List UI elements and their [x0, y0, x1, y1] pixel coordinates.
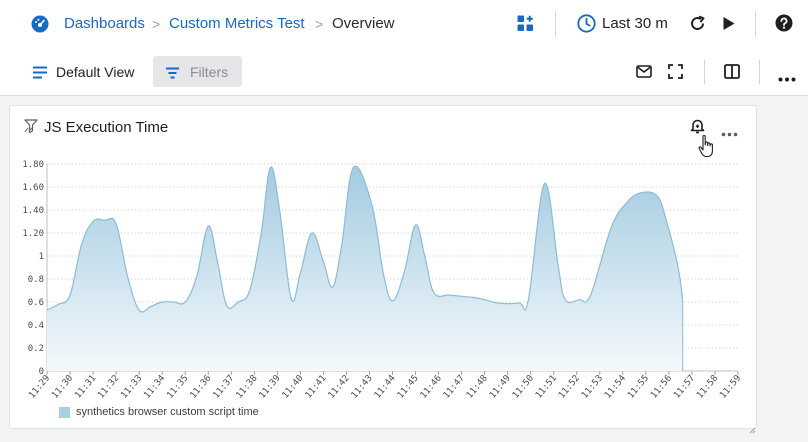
y-tick-label: 1 [39, 252, 44, 262]
default-view-button[interactable]: Default View [56, 64, 134, 80]
js-execution-time-chart: 00.20.40.60.811.201.401.601.8011:2911:30… [22, 160, 743, 401]
help-icon[interactable] [775, 14, 793, 32]
x-tick-label: 11:59 [718, 374, 743, 401]
app-logo-icon[interactable] [31, 15, 49, 33]
y-tick-label: 0.6 [28, 298, 44, 308]
series-area [47, 166, 683, 371]
x-tick-label: 11:37 [211, 374, 236, 401]
x-tick-label: 11:44 [373, 374, 398, 401]
chart-panel: JS Execution Time 0 0.2 0.4 0.6 0.8 1 1.20 1.40… [9, 105, 757, 434]
more-icon[interactable] [778, 69, 796, 82]
fullscreen-icon[interactable] [668, 64, 683, 79]
x-tick-label: 11:30 [50, 374, 75, 401]
x-tick-label: 11:46 [419, 374, 444, 401]
top-bar: Dashboards > Custom Metrics Test > Overv… [0, 0, 808, 96]
x-tick-label: 11:55 [626, 374, 651, 401]
refresh-icon[interactable] [689, 15, 706, 32]
legend-label[interactable]: synthetics browser custom script time [76, 406, 259, 418]
legend-swatch [59, 407, 70, 418]
divider [704, 60, 705, 84]
x-tick-label: 11:40 [281, 374, 306, 401]
time-range-button[interactable]: Last 30 m [602, 15, 668, 32]
x-tick-label: 11:31 [73, 374, 98, 401]
y-tick-label: 0.2 [28, 344, 44, 354]
resize-handle-icon[interactable] [749, 421, 756, 434]
x-tick-label: 11:29 [27, 374, 52, 401]
x-tick-label: 11:53 [580, 374, 605, 401]
y-tick-label: 0.8 [28, 275, 44, 285]
play-icon[interactable] [722, 16, 736, 31]
y-tick-label: 1.80 [22, 160, 44, 170]
breadcrumb-separator: > [152, 16, 161, 32]
breadcrumb-separator: > [315, 16, 324, 32]
panel-title: JS Execution Time [44, 119, 169, 136]
x-tick-label: 11:52 [557, 374, 582, 401]
x-tick-label: 11:58 [695, 374, 720, 401]
list-icon [33, 66, 47, 79]
x-tick-label: 11:42 [327, 374, 352, 401]
x-tick-label: 11:41 [304, 374, 329, 401]
x-tick-label: 11:39 [258, 374, 283, 401]
x-tick-label: 11:43 [350, 374, 375, 401]
x-tick-label: 11:34 [142, 374, 167, 401]
y-tick-label: 1.20 [22, 229, 44, 239]
x-tick-label: 11:56 [649, 374, 674, 401]
y-tick-label: 1.40 [22, 206, 44, 216]
x-tick-label: 11:51 [534, 374, 559, 401]
filters-label: Filters [190, 64, 229, 80]
x-tick-label: 11:47 [442, 374, 467, 401]
divider [759, 60, 760, 84]
x-tick-label: 11:35 [165, 374, 190, 401]
x-tick-label: 11:50 [511, 374, 536, 401]
bell-icon[interactable] [690, 118, 705, 134]
divider [755, 12, 756, 36]
y-tick-label: 1.60 [22, 183, 44, 193]
view-toolbar: Default View Filters [0, 48, 808, 96]
split-view-icon[interactable] [724, 64, 740, 79]
x-tick-label: 11:38 [235, 374, 260, 401]
header-row: Dashboards > Custom Metrics Test > Overv… [0, 0, 808, 48]
breadcrumb-custom-metrics-test[interactable]: Custom Metrics Test [169, 15, 305, 32]
clock-icon [577, 14, 596, 33]
y-tick-label: 0.4 [28, 321, 44, 331]
x-tick-label: 11:57 [672, 374, 697, 401]
x-tick-label: 11:36 [188, 374, 213, 401]
filters-button[interactable]: Filters [153, 56, 242, 87]
chart-type-icon [24, 119, 38, 134]
x-tick-label: 11:48 [465, 374, 490, 401]
x-tick-label: 11:45 [396, 374, 421, 401]
mail-icon[interactable] [636, 65, 652, 78]
add-widget-icon[interactable] [517, 15, 534, 32]
divider [555, 12, 556, 36]
breadcrumb-dashboards[interactable]: Dashboards [64, 15, 145, 32]
x-tick-label: 11:54 [603, 374, 628, 401]
filter-icon [166, 66, 179, 79]
x-tick-label: 11:32 [96, 374, 121, 401]
breadcrumb-current-overview: Overview [332, 15, 395, 32]
x-tick-label: 11:49 [488, 374, 513, 401]
x-tick-label: 11:33 [119, 374, 144, 401]
panel-more-icon[interactable] [721, 124, 738, 137]
